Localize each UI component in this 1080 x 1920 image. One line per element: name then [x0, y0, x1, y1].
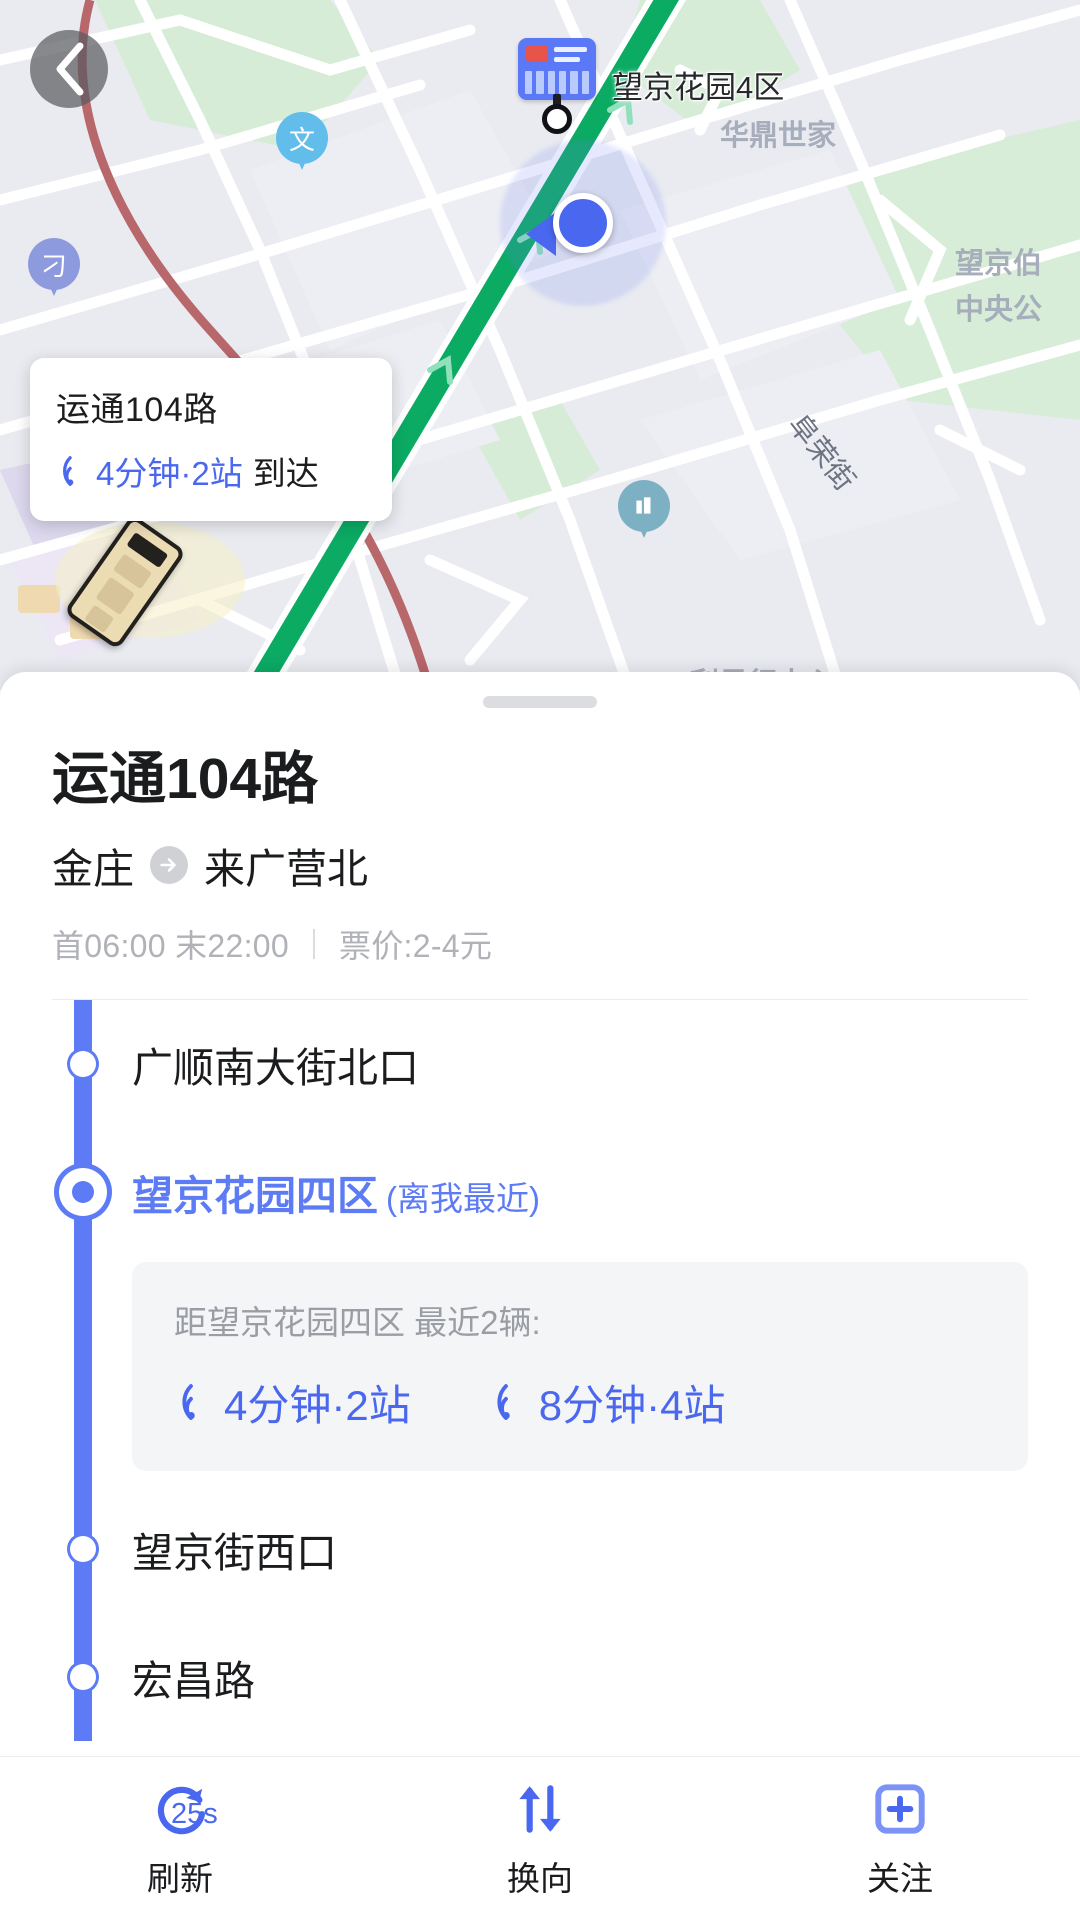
poi-glyph: 刁: [40, 250, 67, 281]
route-detail-sheet[interactable]: 运通104路 金庄 来广营北 首06:00 末22:00 票价:2-4元 广顺南…: [0, 672, 1080, 1920]
arrivals-card[interactable]: 距望京花园四区 最近2辆: 4分钟·2站 8分钟·4站: [132, 1261, 1028, 1471]
map-place-label: 华鼎世家: [720, 120, 837, 152]
stop-node-current-icon: [59, 1167, 107, 1216]
follow-label: 关注: [867, 1859, 933, 1897]
stop-timeline: 广顺南大街北口 望京花园四区 (离我最近) 距望京花园四区 最近2辆: 4分钟·…: [0, 999, 1080, 1741]
arrivals-list: 4分钟·2站 8分钟·4站: [174, 1372, 986, 1433]
meta-separator: [312, 928, 315, 959]
stop-row[interactable]: 望京街西口: [0, 1485, 1080, 1613]
arrow-right-circle-icon: [150, 845, 188, 884]
refresh-countdown: 25s: [171, 1797, 218, 1830]
wifi-realtime-icon: [497, 1384, 510, 1421]
stop-name: 广顺南大街北口: [132, 1044, 419, 1091]
wifi-realtime-icon: [63, 456, 74, 486]
stop-row[interactable]: 宏昌路: [0, 1613, 1080, 1741]
route-fare: 票价:2-4元: [338, 927, 493, 964]
arrival-item[interactable]: 8分钟·4站: [489, 1372, 726, 1433]
chevron-left-icon: [56, 42, 84, 96]
sheet-drag-handle[interactable]: [483, 696, 597, 708]
map-card-route-name: 运通104路: [56, 391, 218, 429]
bus-stop-marker[interactable]: [518, 38, 596, 134]
stop-nearest-note: (离我最近): [386, 1179, 540, 1217]
poi-marker-culture[interactable]: 文: [276, 112, 328, 164]
map-card-eta-suffix: 到达: [252, 455, 319, 492]
page-title: 运通104路: [52, 747, 319, 811]
map-canvas[interactable]: 华鼎世家 望京伯 中央公 阜荣街 利星行中心 文 刁: [0, 0, 1080, 690]
route-destination: 来广营北: [204, 845, 368, 892]
map-card-eta-row: 4分钟·2站 到达: [56, 447, 366, 495]
plus-square-icon: [869, 1778, 931, 1840]
route-meta: 首06:00 末22:00 票价:2-4元: [52, 921, 1028, 967]
follow-button[interactable]: 关注: [720, 1778, 1080, 1900]
map-place-label: 望京伯: [955, 248, 1043, 280]
back-button[interactable]: [30, 30, 108, 108]
arrival-eta: 8分钟·4站: [538, 1381, 726, 1429]
stop-name: 望京街西口: [132, 1529, 337, 1576]
poi-marker-bank[interactable]: 刁: [28, 238, 80, 290]
map-arrival-card[interactable]: 运通104路 4分钟·2站 到达: [30, 358, 392, 521]
poi-marker-building[interactable]: [618, 480, 670, 532]
map-place-label: 中央公: [955, 294, 1043, 326]
bus-stop-marker-label: 望京花园4区: [612, 70, 785, 105]
user-location-dot-icon: [553, 193, 613, 253]
heading-beam-icon: [526, 212, 556, 256]
stop-name: 宏昌路: [132, 1657, 255, 1704]
building-icon: [636, 497, 651, 514]
app-root: 华鼎世家 望京伯 中央公 阜荣街 利星行中心 文 刁: [0, 0, 1080, 1920]
arrivals-title: 距望京花园四区 最近2辆:: [174, 1303, 541, 1341]
map-card-eta-value: 4分钟·2站: [96, 455, 243, 492]
refresh-button[interactable]: 25s 刷新: [0, 1778, 360, 1900]
stop-node-icon: [70, 1535, 96, 1562]
stop-name-current: 望京花园四区 (离我最近): [132, 1162, 540, 1222]
stop-row-current[interactable]: 望京花园四区 (离我最近): [0, 1128, 1080, 1256]
refresh-icon: 25s: [149, 1778, 218, 1840]
wifi-realtime-icon: [182, 1384, 195, 1421]
bus-stop-sign-icon: [518, 38, 596, 100]
route-first-last-time: 首06:00 末22:00: [52, 927, 289, 964]
stop-row[interactable]: 广顺南大街北口: [0, 1000, 1080, 1128]
stop-name-text: 望京花园四区: [132, 1172, 378, 1219]
stop-node-icon: [70, 1050, 96, 1077]
swap-direction-icon: [509, 1778, 571, 1840]
refresh-label: 刷新: [147, 1859, 213, 1897]
poi-glyph: 文: [288, 124, 315, 155]
stop-node-icon: [70, 1663, 96, 1690]
swap-direction-label: 换向: [507, 1859, 573, 1897]
route-direction[interactable]: 金庄 来广营北: [52, 835, 1028, 895]
swap-direction-button[interactable]: 换向: [360, 1778, 720, 1900]
arrival-item[interactable]: 4分钟·2站: [174, 1372, 411, 1433]
route-header: 运通104路 金庄 来广营北 首06:00 末22:00 票价:2-4元: [0, 708, 1080, 1000]
route-origin: 金庄: [52, 845, 134, 892]
bottom-action-bar: 25s 刷新 换向 关注: [0, 1756, 1080, 1920]
arrival-eta: 4分钟·2站: [224, 1381, 411, 1429]
